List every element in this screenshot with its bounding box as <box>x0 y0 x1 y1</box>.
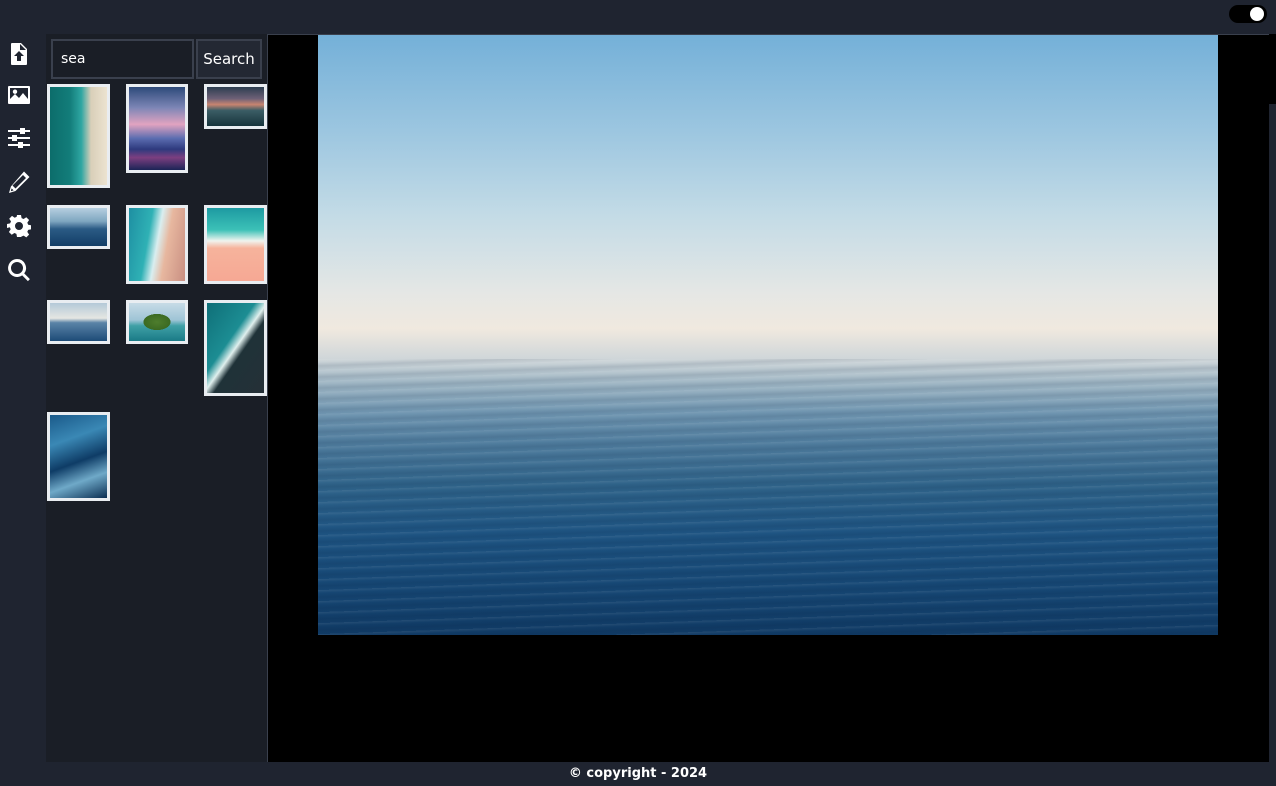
magnifier-icon[interactable] <box>6 257 32 283</box>
search-panel: Search <box>46 34 267 762</box>
sliders-icon[interactable] <box>6 125 32 151</box>
main-image <box>318 35 1218 635</box>
top-bar <box>0 0 1276 34</box>
result-thumbnail[interactable] <box>47 205 110 249</box>
result-thumbnail[interactable] <box>204 84 267 129</box>
gear-icon[interactable] <box>6 213 32 239</box>
result-thumbnail[interactable] <box>126 84 188 173</box>
result-thumbnail[interactable] <box>126 205 188 284</box>
pencil-icon[interactable] <box>6 169 32 195</box>
result-thumbnail[interactable] <box>126 300 188 344</box>
result-thumbnail[interactable] <box>47 300 110 344</box>
footer-copyright: © copyright - 2024 <box>568 766 708 781</box>
image-viewer <box>267 34 1269 762</box>
result-thumbnail[interactable] <box>204 300 267 396</box>
file-upload-icon[interactable] <box>6 41 32 67</box>
result-thumbnail[interactable] <box>204 205 267 284</box>
result-thumbnail[interactable] <box>47 412 110 501</box>
toggle-knob <box>1250 7 1264 21</box>
search-button[interactable]: Search <box>196 39 262 79</box>
image-icon[interactable] <box>6 82 32 108</box>
theme-toggle[interactable] <box>1229 5 1267 23</box>
tool-sidebar <box>0 34 46 762</box>
viewer-edge <box>1269 34 1276 104</box>
result-thumbnail[interactable] <box>47 84 110 188</box>
search-input[interactable] <box>51 39 194 79</box>
